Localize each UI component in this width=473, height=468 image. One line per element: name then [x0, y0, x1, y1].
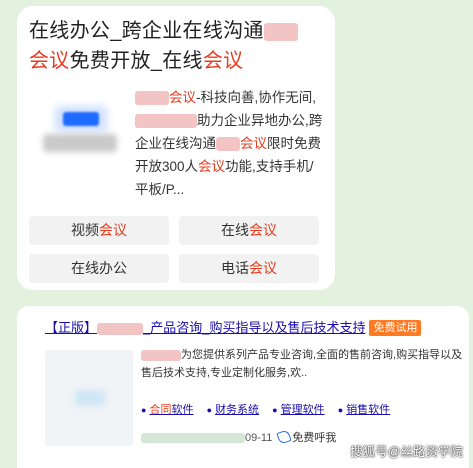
redacted-brand — [141, 349, 181, 361]
thumbnail-blurred — [75, 390, 105, 406]
redacted-brand — [263, 22, 298, 41]
result-footer: 09-11 免费呼我 — [141, 429, 336, 446]
result-thumbnail[interactable] — [45, 350, 133, 446]
redacted-brand — [135, 91, 169, 106]
sitelink-finance[interactable]: ● 财务系统 — [207, 404, 260, 416]
result-description: 为您提供系列产品专业咨询,全面的售前咨询,购买指导以及售后技术支持,专业定制化服… — [141, 349, 463, 379]
redacted-brand — [216, 137, 240, 152]
redacted-domain — [141, 433, 245, 444]
logo-text-blurred — [43, 134, 117, 152]
sitelink-sales[interactable]: ● 销售软件 — [338, 404, 391, 416]
free-trial-badge[interactable]: 免费试用 — [369, 320, 422, 336]
bullet-icon: ● — [337, 405, 344, 415]
sitelink-online-office[interactable]: 在线办公 — [29, 254, 169, 283]
sitelink-management[interactable]: ● 管理软件 — [272, 404, 325, 416]
search-result-card-meeting[interactable]: 在线办公_跨企业在线沟通 会议免费开放_在线会议 会议-科技向善,协作无间,助力企… — [17, 6, 335, 290]
result-sitelinks: ● 合同软件 ● 财务系统 ● 管理软件 ● 销售软件 — [141, 402, 467, 418]
watermark: 搜狐号@丝路资学院 — [350, 445, 463, 459]
sitelink-video-meeting[interactable]: 视频会议 — [29, 216, 169, 245]
sitelink-phone-meeting[interactable]: 电话会议 — [179, 254, 319, 283]
sitelink-contract[interactable]: ● 合同软件 — [141, 404, 194, 416]
sitelink-online-meeting[interactable]: 在线会议 — [179, 216, 319, 245]
bullet-icon: ● — [206, 405, 212, 415]
phone-icon — [276, 429, 293, 445]
brand-logo-icon — [63, 112, 99, 126]
redacted-brand — [97, 322, 144, 335]
result-thumbnail[interactable] — [29, 90, 129, 174]
redacted-brand — [135, 114, 197, 129]
bullet-icon: ● — [272, 405, 278, 415]
bullet-icon: ● — [141, 405, 147, 415]
result-title[interactable]: 【正版】 _产品咨询_购买指导以及售后技术支持 免费试用 — [45, 318, 465, 338]
result-title[interactable]: 在线办公_跨企业在线沟通 会议免费开放_在线会议 — [29, 16, 329, 76]
result-description: 会议-科技向善,协作无间,助力企业异地办公,跨企业在线沟通 会议限时免费开放300… — [135, 90, 323, 197]
call-me-link[interactable]: 免费呼我 — [276, 429, 336, 445]
